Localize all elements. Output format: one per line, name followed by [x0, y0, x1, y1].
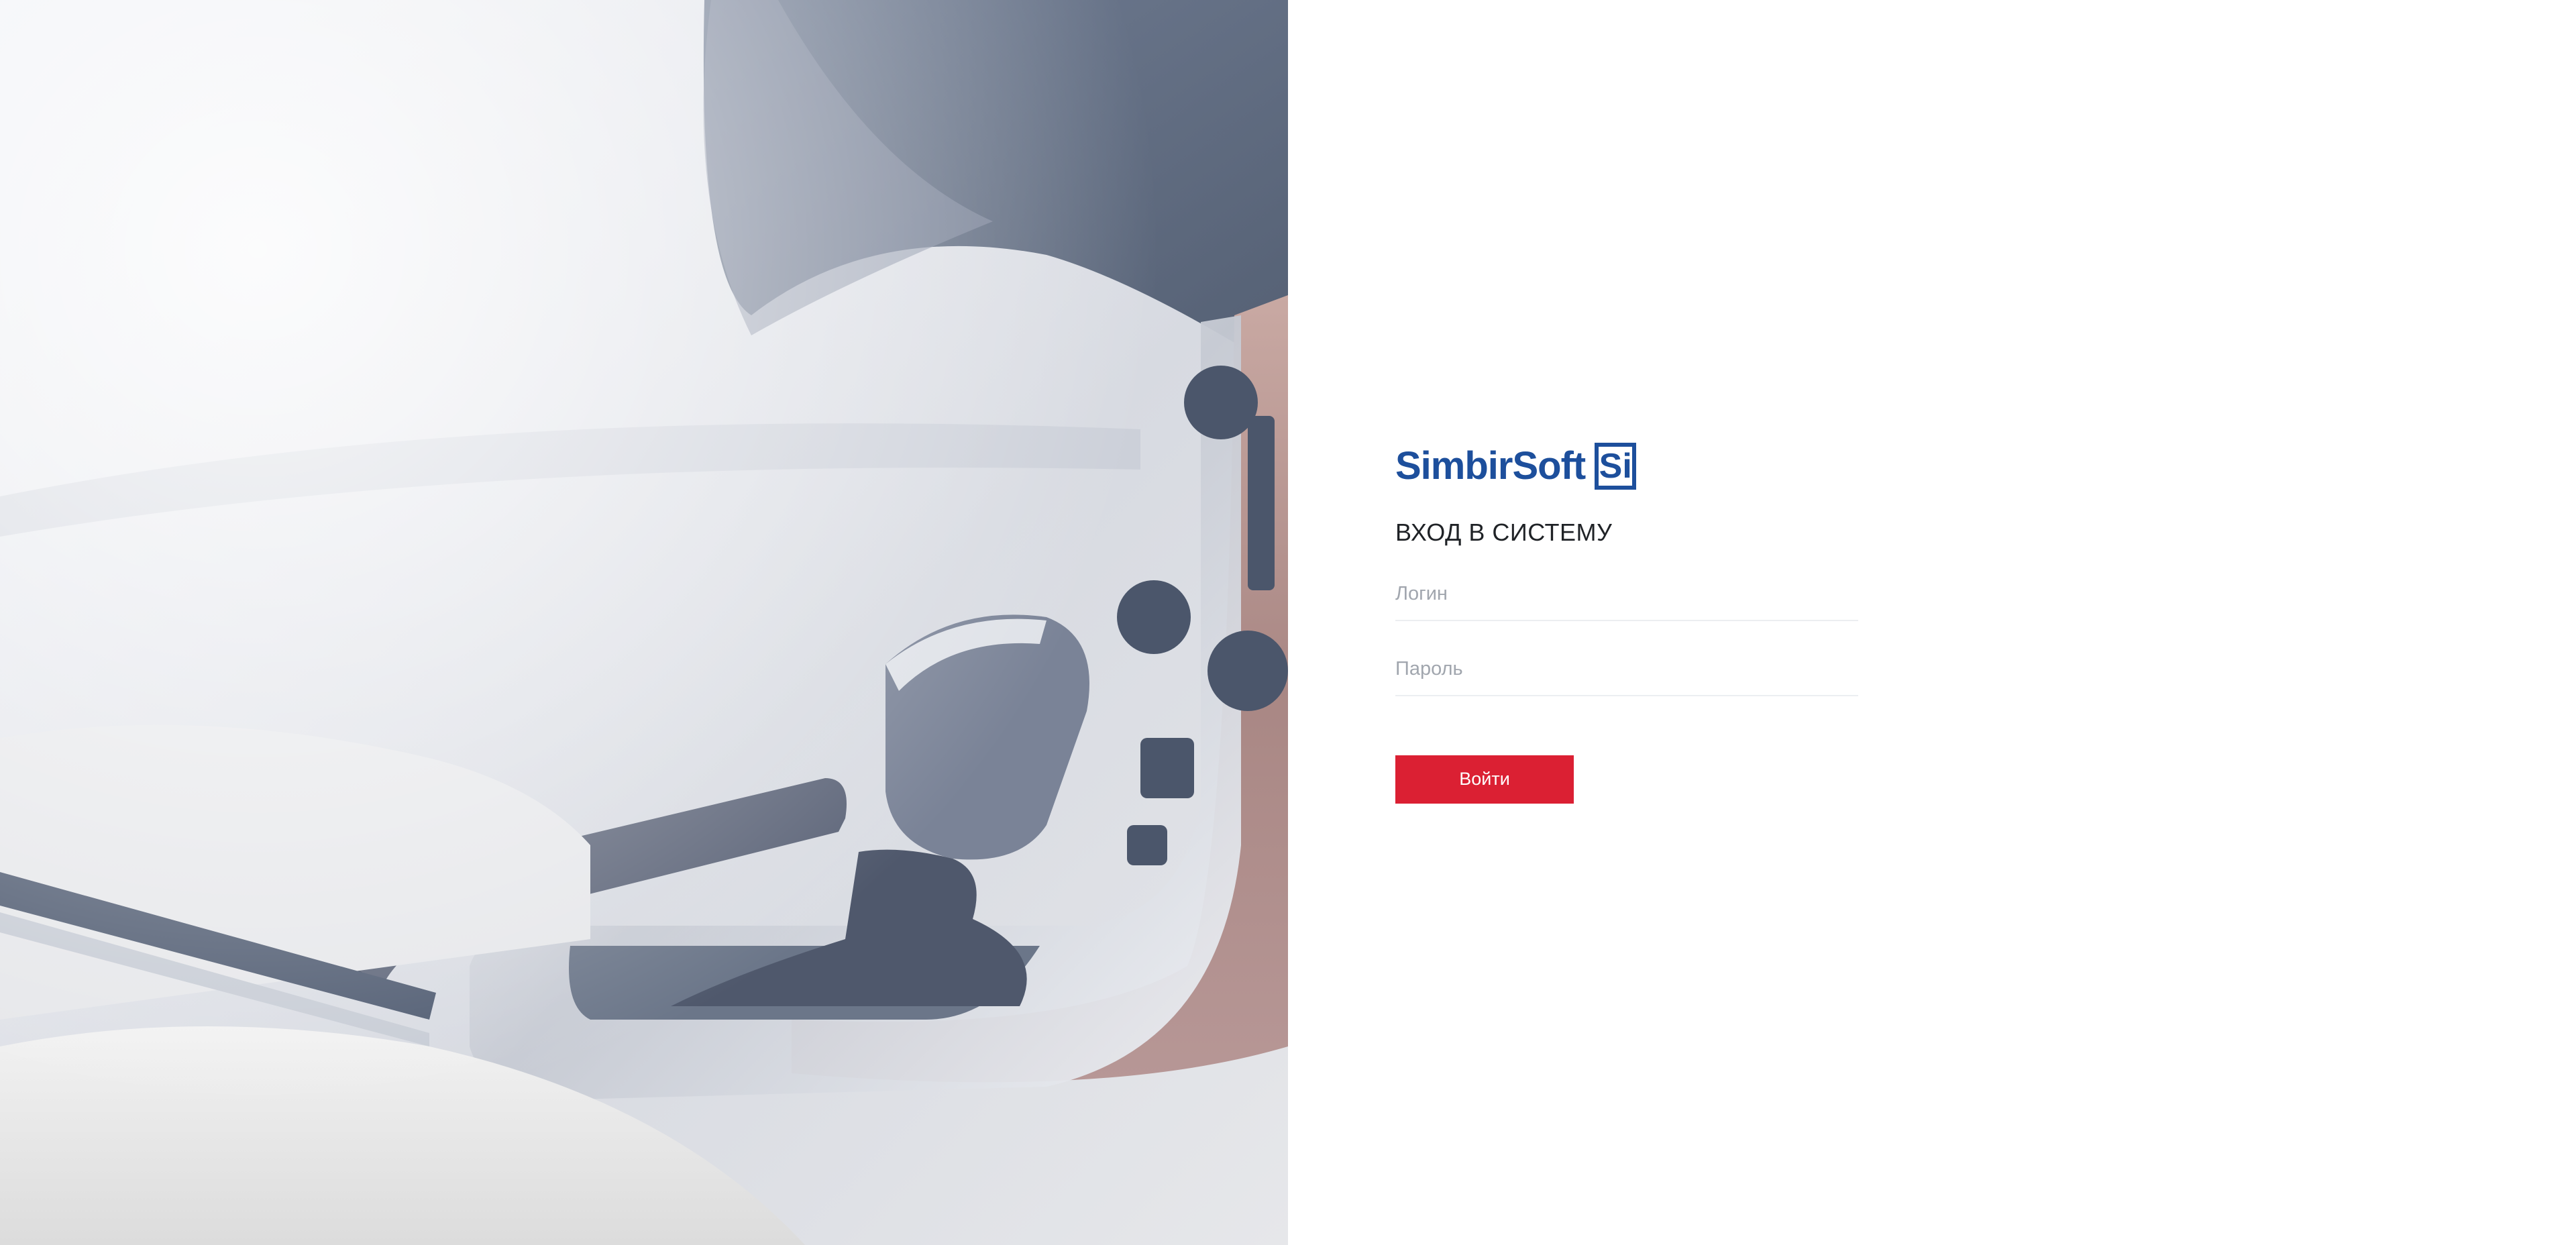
login-form: SimbirSoft Si ВХОД В СИСТЕМУ Войти	[1395, 440, 1858, 804]
login-page: SimbirSoft Si ВХОД В СИСТЕМУ Войти	[0, 0, 2576, 1245]
car-interior-illustration	[0, 0, 1288, 1245]
password-input[interactable]	[1395, 657, 1858, 680]
logo-wordmark: SimbirSoft	[1395, 444, 1586, 488]
hero-car-interior-image	[0, 0, 1288, 1245]
login-panel: SimbirSoft Si ВХОД В СИСТЕМУ Войти	[1288, 0, 2576, 1245]
page-title: ВХОД В СИСТЕМУ	[1395, 519, 1613, 546]
login-field-wrapper	[1395, 546, 1858, 621]
simbirsoft-logo: SimbirSoft Si	[1395, 440, 1858, 492]
login-submit-button[interactable]: Войти	[1395, 755, 1574, 804]
password-field-wrapper	[1395, 621, 1858, 696]
login-input[interactable]	[1395, 582, 1858, 605]
logo-mark-icon: Si	[1595, 443, 1637, 490]
